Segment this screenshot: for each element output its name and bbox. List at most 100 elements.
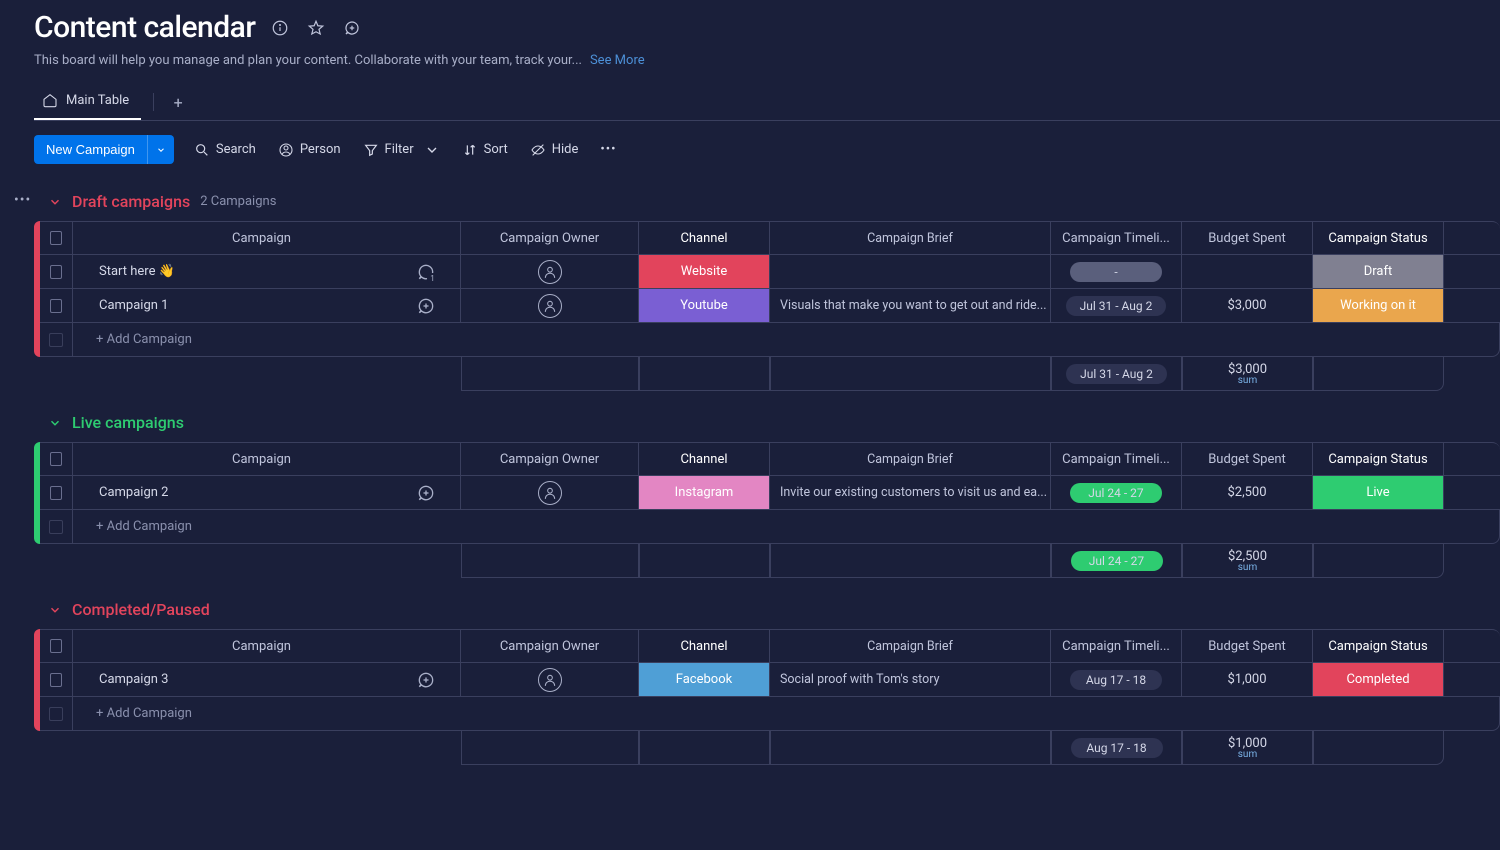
add-chat-icon[interactable]	[416, 483, 436, 503]
footer-owner	[461, 731, 639, 765]
col-status[interactable]: Campaign Status	[1313, 222, 1444, 254]
col-owner[interactable]: Campaign Owner	[461, 222, 639, 254]
col-campaign[interactable]: Campaign	[73, 630, 461, 662]
info-icon[interactable]	[271, 19, 289, 37]
chevron-down-icon	[424, 142, 440, 158]
new-campaign-button[interactable]: New Campaign	[34, 135, 147, 164]
chevron-down-icon	[48, 416, 62, 430]
add-view-button[interactable]: +	[166, 90, 190, 114]
col-timeline[interactable]: Campaign Timeli...	[1051, 443, 1182, 475]
footer-status	[1313, 731, 1444, 765]
group-name[interactable]: Completed/Paused	[72, 600, 210, 619]
filter-icon	[363, 142, 379, 158]
hide-tool[interactable]: Hide	[528, 138, 581, 162]
see-more-link[interactable]: See More	[590, 53, 645, 68]
col-status[interactable]: Campaign Status	[1313, 443, 1444, 475]
add-chat-icon[interactable]	[416, 670, 436, 690]
row-checkbox[interactable]	[50, 486, 62, 500]
timeline-cell[interactable]: -	[1051, 255, 1182, 288]
star-icon[interactable]	[307, 19, 325, 37]
campaign-name[interactable]: Start here 👋	[99, 264, 416, 279]
filter-tool[interactable]: Filter	[361, 138, 442, 162]
col-brief[interactable]: Campaign Brief	[770, 630, 1051, 662]
campaign-name[interactable]: Campaign 3	[99, 672, 416, 687]
row-checkbox[interactable]	[50, 265, 62, 279]
status-cell[interactable]: Draft	[1313, 255, 1444, 288]
row-checkbox[interactable]	[50, 673, 62, 687]
new-campaign-dropdown[interactable]	[147, 135, 174, 164]
group-name[interactable]: Live campaigns	[72, 413, 184, 432]
col-timeline[interactable]: Campaign Timeli...	[1051, 630, 1182, 662]
campaign-name[interactable]: Campaign 1	[99, 298, 416, 313]
timeline-cell[interactable]: Aug 17 - 18	[1051, 663, 1182, 696]
channel-cell[interactable]: Instagram	[639, 476, 770, 509]
table-row[interactable]: Start here 👋1 Website - Draft	[40, 255, 1500, 289]
avatar[interactable]	[538, 260, 562, 284]
col-channel[interactable]: Channel	[639, 443, 770, 475]
col-channel[interactable]: Channel	[639, 630, 770, 662]
timeline-cell[interactable]: Jul 31 - Aug 2	[1051, 289, 1182, 322]
row-checkbox[interactable]	[50, 452, 62, 466]
group-name[interactable]: Draft campaigns	[72, 192, 190, 211]
col-budget[interactable]: Budget Spent	[1182, 630, 1313, 662]
avatar[interactable]	[538, 668, 562, 692]
status-cell[interactable]: Live	[1313, 476, 1444, 509]
row-checkbox-disabled	[49, 520, 63, 534]
footer-channel	[639, 544, 770, 578]
view-tab-main-table[interactable]: Main Table	[34, 84, 141, 120]
campaign-name[interactable]: Campaign 2	[99, 485, 416, 500]
col-brief[interactable]: Campaign Brief	[770, 222, 1051, 254]
channel-cell[interactable]: Website	[639, 255, 770, 288]
col-owner[interactable]: Campaign Owner	[461, 630, 639, 662]
col-timeline[interactable]: Campaign Timeli...	[1051, 222, 1182, 254]
status-cell[interactable]: Completed	[1313, 663, 1444, 696]
more-tool[interactable]: •••	[598, 138, 618, 161]
channel-cell[interactable]: Facebook	[639, 663, 770, 696]
col-status[interactable]: Campaign Status	[1313, 630, 1444, 662]
budget-cell[interactable]: $3,000	[1182, 289, 1313, 322]
col-channel[interactable]: Channel	[639, 222, 770, 254]
group-menu-icon[interactable]: •••	[14, 192, 31, 208]
footer-status	[1313, 357, 1444, 391]
budget-cell[interactable]	[1182, 255, 1313, 288]
footer-brief	[770, 731, 1051, 765]
budget-cell[interactable]: $1,000	[1182, 663, 1313, 696]
add-campaign-input[interactable]: + Add Campaign	[40, 697, 1500, 731]
view-tab-label: Main Table	[66, 93, 129, 108]
chat-add-icon[interactable]	[343, 19, 361, 37]
table-row[interactable]: Campaign 2 Instagram Invite our existing…	[40, 476, 1500, 510]
col-budget[interactable]: Budget Spent	[1182, 222, 1313, 254]
add-campaign-input[interactable]: + Add Campaign	[40, 323, 1500, 357]
status-cell[interactable]: Working on it	[1313, 289, 1444, 322]
row-checkbox[interactable]	[50, 299, 62, 313]
channel-cell[interactable]: Youtube	[639, 289, 770, 322]
timeline-cell[interactable]: Jul 24 - 27	[1051, 476, 1182, 509]
hide-icon	[530, 142, 546, 158]
add-chat-icon[interactable]	[416, 296, 436, 316]
add-campaign-input[interactable]: + Add Campaign	[40, 510, 1500, 544]
footer-budget: $3,000sum	[1182, 357, 1313, 391]
avatar[interactable]	[538, 481, 562, 505]
brief-cell[interactable]: Invite our existing customers to visit u…	[770, 476, 1051, 509]
chat-icon[interactable]: 1	[416, 262, 436, 282]
col-budget[interactable]: Budget Spent	[1182, 443, 1313, 475]
row-checkbox[interactable]	[50, 231, 62, 245]
brief-cell[interactable]: Visuals that make you want to get out an…	[770, 289, 1051, 322]
table-row[interactable]: Campaign 3 Facebook Social proof with To…	[40, 663, 1500, 697]
col-campaign[interactable]: Campaign	[73, 443, 461, 475]
home-icon	[42, 92, 58, 108]
col-brief[interactable]: Campaign Brief	[770, 443, 1051, 475]
brief-cell[interactable]: Social proof with Tom's story	[770, 663, 1051, 696]
brief-cell[interactable]	[770, 255, 1051, 288]
avatar[interactable]	[538, 294, 562, 318]
table-row[interactable]: Campaign 1 Youtube Visuals that make you…	[40, 289, 1500, 323]
chevron-down-icon	[48, 195, 62, 209]
search-tool[interactable]: Search	[192, 138, 258, 162]
col-campaign[interactable]: Campaign	[73, 222, 461, 254]
sort-tool[interactable]: Sort	[460, 138, 510, 162]
footer-timeline: Jul 24 - 27	[1051, 544, 1182, 578]
col-owner[interactable]: Campaign Owner	[461, 443, 639, 475]
budget-cell[interactable]: $2,500	[1182, 476, 1313, 509]
row-checkbox[interactable]	[50, 639, 62, 653]
person-tool[interactable]: Person	[276, 138, 343, 162]
